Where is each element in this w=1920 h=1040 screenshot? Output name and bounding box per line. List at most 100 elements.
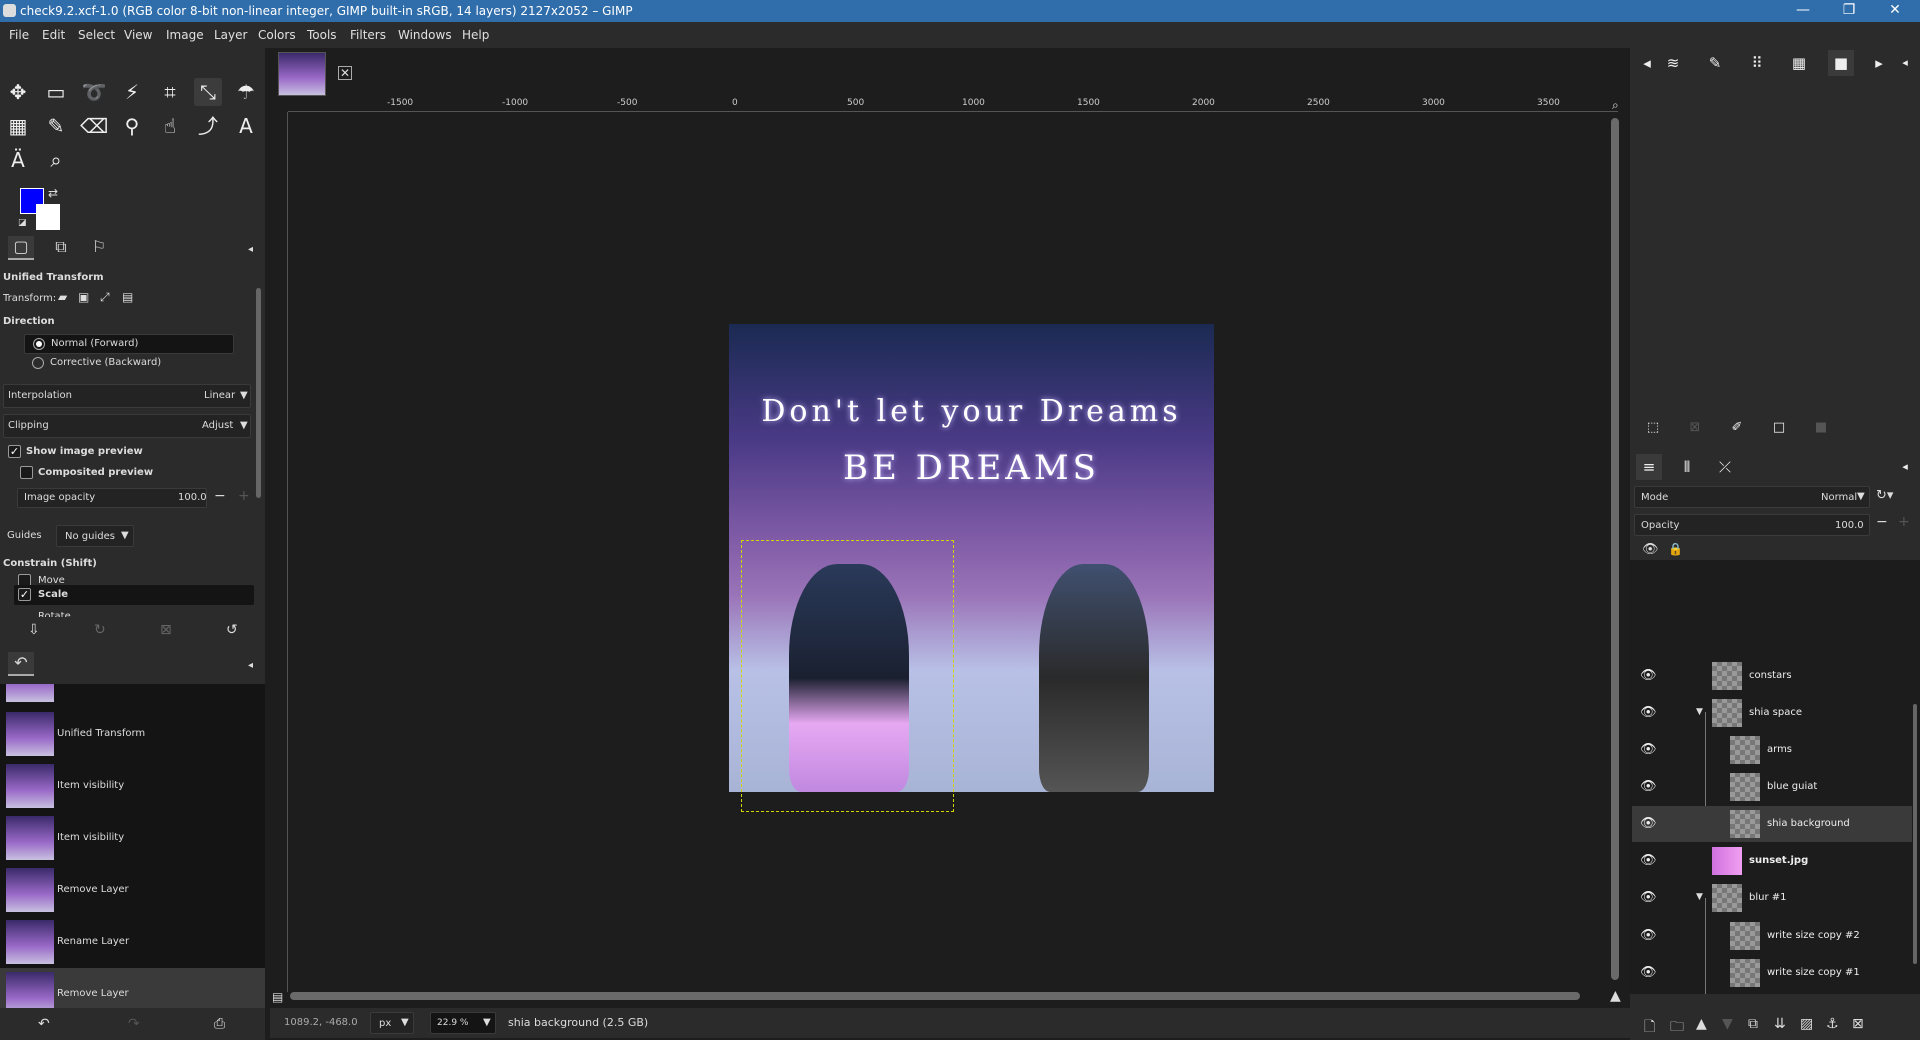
menu-layer[interactable]: Layer [214, 28, 247, 42]
direction-corrective-row[interactable]: Corrective (Backward) [24, 354, 234, 374]
layer-row[interactable]: 👁 ▼ shia space [1632, 695, 1912, 731]
default-colors-icon[interactable]: ◪ [18, 218, 27, 228]
menu-select[interactable]: Select [78, 28, 115, 42]
list-item[interactable]: Unified Transform [0, 708, 265, 760]
minus-icon[interactable]: − [214, 488, 226, 504]
smudge-tool-icon[interactable]: ☝ [156, 112, 184, 140]
warp-tool-icon[interactable]: ☂ [232, 78, 260, 106]
delete-options-icon[interactable]: ⊠ [160, 622, 172, 638]
unit-select[interactable]: px ▼ [370, 1012, 414, 1034]
fuzzy-select-tool-icon[interactable]: ⚡ [118, 78, 146, 106]
paths-tab-icon[interactable]: ⤫ [1712, 454, 1738, 480]
minus-icon[interactable]: − [1876, 514, 1888, 530]
composite-mode-icon[interactable]: ↻▾ [1876, 488, 1893, 503]
paintbrush-tool-icon[interactable]: ✎ [42, 112, 70, 140]
zoom-icon[interactable]: ⌕ [1612, 98, 1619, 113]
crop-tool-icon[interactable]: ⌗ [156, 78, 184, 106]
white-square-icon[interactable]: □ [1766, 415, 1792, 441]
transform-path-icon[interactable]: ⤢ [100, 290, 110, 305]
delete-layer-icon[interactable]: ⊠ [1852, 1016, 1864, 1032]
constrain-scale-row[interactable]: ✓ Scale [14, 585, 254, 605]
quick-mask-icon[interactable]: ▤ [272, 990, 283, 1004]
brushes-tab-icon[interactable]: ≋ [1660, 50, 1686, 76]
tab-images[interactable]: ⚐ [86, 236, 112, 260]
menu-filters[interactable]: Filters [350, 28, 386, 42]
gradient-tab-icon[interactable]: ▦ [1786, 50, 1812, 76]
restore-options-icon[interactable]: ↻ [94, 622, 106, 638]
eye-icon[interactable]: 👁 [1640, 816, 1657, 831]
layer-row[interactable]: 👁 sunset.jpg [1632, 843, 1912, 879]
eye-icon[interactable]: 👁 [1640, 668, 1657, 683]
composited-preview-checkbox[interactable] [20, 466, 33, 479]
selection-marquee[interactable] [741, 540, 954, 812]
raise-layer-icon[interactable]: ▲ [1696, 1016, 1707, 1032]
opacity-field[interactable]: Opacity 100.0 [1634, 514, 1870, 536]
layer-row[interactable]: 👁 constars [1632, 658, 1912, 694]
rect-select-tool-icon[interactable]: ▭ [42, 78, 70, 106]
list-item[interactable]: Item visibility [0, 812, 265, 864]
eye-icon[interactable]: 👁 [1640, 853, 1657, 868]
unified-transform-tool-icon[interactable]: ⤡ [194, 78, 222, 106]
zoom-tool-icon[interactable]: ⌕ [42, 146, 70, 174]
pattern-tab-icon[interactable]: ⠿ [1744, 50, 1770, 76]
tab-undo-history[interactable]: ↶ [8, 652, 34, 676]
mask-layer-icon[interactable]: ▨ [1800, 1016, 1813, 1032]
layers-tab-icon[interactable]: ≡ [1636, 454, 1662, 480]
direction-corrective-radio[interactable] [32, 357, 44, 369]
selection-icon[interactable]: ⬚ [1640, 415, 1666, 441]
layer-row-selected[interactable]: 👁 shia background [1632, 806, 1912, 842]
maximize-button[interactable]: ❐ [1826, 0, 1872, 22]
menu-view[interactable]: View [124, 28, 152, 42]
panel-menu-icon[interactable]: ◂ [1892, 50, 1918, 76]
expand-caret-icon[interactable]: ▼ [1696, 707, 1703, 717]
duplicate-layer-icon[interactable]: ⧉ [1748, 1016, 1758, 1032]
lock-icon[interactable]: 🔒 [1668, 542, 1683, 556]
layer-row[interactable]: 👁 write size copy #2 [1632, 918, 1912, 954]
swap-colors-icon[interactable]: ⇄ [48, 186, 58, 200]
direction-forward-radio[interactable] [33, 338, 45, 350]
lasso-tool-icon[interactable]: ➰ [80, 78, 108, 106]
guides-select[interactable]: No guides ▼ [56, 525, 134, 547]
zoom-select[interactable]: 22.9 % ▼ [430, 1012, 496, 1034]
gradient-tool-icon[interactable]: ▦ [4, 112, 32, 140]
layer-row[interactable]: 👁 write size copy #1 [1632, 955, 1912, 989]
layers-scrollbar[interactable] [1913, 704, 1917, 964]
paint-brush-tab-icon[interactable]: ✎ [1702, 50, 1728, 76]
constrain-scale-checkbox[interactable]: ✓ [18, 588, 31, 601]
image-tab-thumbnail[interactable] [278, 52, 326, 96]
eye-icon[interactable]: 👁 [1640, 742, 1657, 757]
list-item[interactable]: Rename Layer [0, 916, 265, 968]
transform-layer-icon[interactable]: ▰ [58, 290, 67, 304]
scroll-right-icon[interactable]: ▸ [1866, 50, 1892, 76]
path-tool-icon[interactable]: ⤴ [194, 112, 222, 140]
list-item[interactable]: Item visibility [0, 760, 265, 812]
layer-row[interactable]: 👁 ▼ blur #1 [1632, 880, 1912, 916]
eye-icon[interactable]: 👁 [1640, 928, 1657, 943]
plus-icon[interactable]: + [1898, 514, 1910, 530]
menu-help[interactable]: Help [462, 28, 489, 42]
image-opacity-field[interactable]: Image opacity 100.0 [17, 488, 207, 508]
new-layer-icon[interactable]: 🗋 [1644, 1016, 1655, 1040]
tab-device-status[interactable]: ⧉ [48, 236, 74, 260]
tab-tool-options[interactable]: ▢ [8, 236, 34, 260]
lower-layer-icon[interactable]: ▼ [1722, 1016, 1733, 1032]
eye-icon[interactable]: 👁 [1640, 965, 1657, 980]
layer-row[interactable]: 👁 blue guiat [1632, 769, 1912, 805]
menu-colors[interactable]: Colors [258, 28, 296, 42]
mode-select[interactable]: Mode Normal ▼ [1634, 486, 1870, 508]
panel-menu-icon[interactable]: ◂ [248, 244, 253, 255]
eye-icon[interactable]: 👁 [1640, 705, 1657, 720]
minimize-button[interactable]: — [1780, 0, 1826, 22]
close-button[interactable]: ✕ [1872, 0, 1918, 22]
undo-icon[interactable]: ↶ [38, 1016, 50, 1032]
layer-row[interactable]: 👁 arms [1632, 732, 1912, 768]
scroll-left-icon[interactable]: ◂ [1634, 50, 1660, 76]
menu-windows[interactable]: Windows [398, 28, 452, 42]
tool-options-scrollbar[interactable] [256, 288, 261, 498]
clear-history-icon[interactable]: ⎙ [214, 1016, 225, 1032]
expand-caret-icon[interactable]: ▼ [1696, 892, 1703, 902]
eye-icon[interactable]: 👁 [1640, 890, 1657, 905]
list-item[interactable]: Remove Layer [0, 968, 265, 1008]
menu-tools[interactable]: Tools [307, 28, 337, 42]
panel-menu-icon[interactable]: ◂ [248, 660, 253, 671]
